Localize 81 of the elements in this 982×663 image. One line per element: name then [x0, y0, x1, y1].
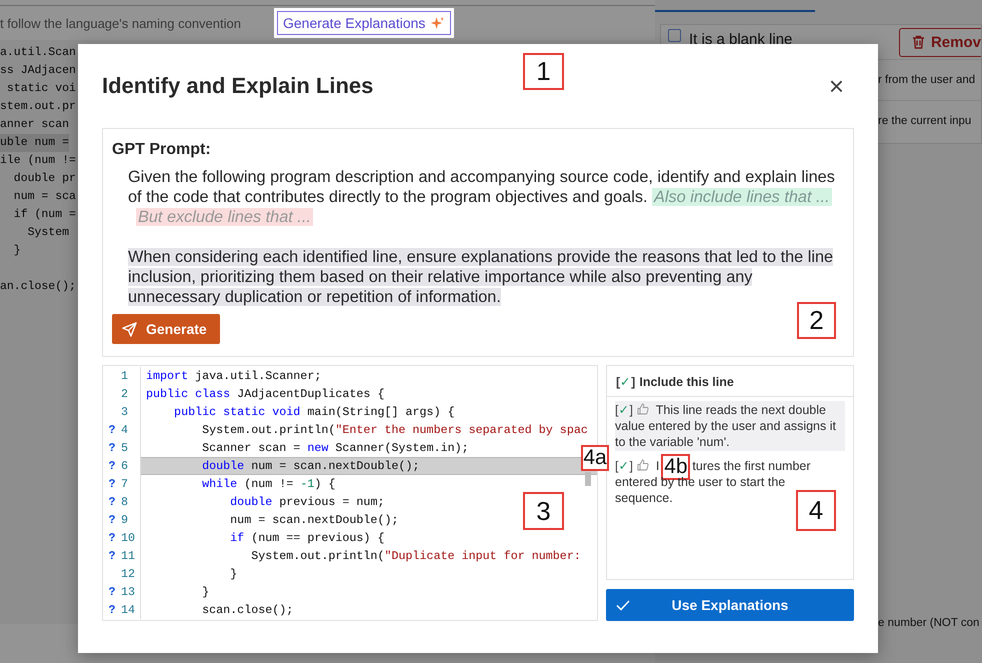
code-line: public static void main(String[] args) {: [173, 404, 455, 420]
checkbox[interactable]: [668, 29, 681, 42]
prompt-text: Given the following program description and accompanying source code, identify and explain lines of the code that contributes directly to the program objectives and goals. Also include lines that ... But exclude lines that ...: [127, 167, 836, 227]
code-line: if (num == previous) {: [229, 530, 384, 546]
code-line: while (num != -1) {: [201, 476, 336, 492]
line-number: 4: [121, 421, 141, 439]
code-line: double num = scan.nextDouble();: [201, 458, 420, 474]
code-line: double previous = num;: [229, 494, 384, 510]
line-number: 12: [121, 565, 141, 583]
code-line: stem.out.pr: [0, 99, 76, 115]
line-number: 14: [121, 601, 141, 619]
code-line: System.out.println("Enter the numbers separated by spac: [201, 422, 588, 438]
dialog-title: Identify and Explain Lines: [102, 73, 374, 99]
line-number: 7: [121, 475, 141, 493]
code-line: Scanner scan = new Scanner(System.in);: [201, 440, 469, 456]
checkbox[interactable]: [✓]: [615, 403, 633, 417]
flag-marker[interactable]: ?: [108, 477, 116, 491]
code-line: System.out.println("Duplicate input for number:: [250, 548, 581, 564]
thumbs-up-icon[interactable]: [637, 459, 650, 471]
callout-label: 1: [523, 53, 564, 90]
checkbox-label: It is a blank line: [689, 30, 792, 48]
row-text: r from the user and: [878, 74, 976, 86]
sparkle-icon: [430, 16, 446, 30]
include-label: Include this line: [639, 374, 734, 390]
line-number: 13: [121, 583, 141, 601]
flag-marker[interactable]: ?: [108, 513, 116, 527]
checkbox[interactable]: [✓]: [616, 374, 636, 390]
trash-icon: [912, 35, 925, 49]
code-line: anner scan: [0, 117, 70, 133]
flag-marker[interactable]: ?: [108, 495, 116, 509]
code-line: num = scan.nextDouble();: [229, 512, 398, 528]
code-line: an.close();: [0, 279, 76, 295]
code-line: }: [12, 243, 21, 259]
use-explanations-button[interactable]: Use Explanations: [606, 589, 854, 621]
hint-text: t follow the language's naming convention: [0, 16, 241, 30]
flag-marker[interactable]: ?: [108, 549, 116, 563]
thumbs-up-icon[interactable]: [637, 403, 650, 415]
code-line: static voi: [6, 81, 76, 97]
line-number: 5: [121, 439, 141, 457]
send-icon: [122, 322, 137, 336]
code-line: import java.util.Scanner;: [146, 368, 322, 384]
line-number: 1: [121, 367, 141, 385]
code-line: ss JAdjacen: [0, 63, 76, 79]
code-line: num = sca: [12, 189, 76, 205]
code-line: }: [201, 584, 210, 600]
scrollbar[interactable]: [585, 472, 591, 486]
code-line: }: [229, 566, 238, 582]
flag-marker[interactable]: ?: [108, 585, 116, 599]
line-number: 10: [121, 529, 141, 547]
prompt-heading: GPT Prompt:: [112, 141, 212, 159]
code-line: System: [26, 225, 70, 241]
line-number: 8: [121, 493, 141, 511]
checkbox[interactable]: [✓]: [615, 459, 633, 473]
generate-button[interactable]: Generate: [112, 314, 220, 344]
line-number: 11: [121, 547, 141, 565]
line-number: 3: [121, 403, 141, 421]
callout-label: 3: [523, 492, 564, 530]
flag-marker[interactable]: ?: [108, 459, 116, 473]
callout-label: 2: [797, 302, 836, 339]
flag-marker[interactable]: ?: [108, 441, 116, 455]
check-icon: [616, 600, 630, 610]
row-text: re the current inpu: [878, 115, 972, 127]
code-line: double pr: [12, 171, 76, 187]
code-line: if (num =: [12, 207, 76, 223]
close-button[interactable]: ×: [824, 73, 848, 99]
remove-button[interactable]: Remov: [898, 28, 981, 56]
guidance-text: When considering each identified line, ensure explanations provide the reasons that led to the line inclusion, prioritizing them based on their relative importance while also preventing any unnecessary duplication or repetition of information.: [127, 247, 834, 307]
line-number: 9: [121, 511, 141, 529]
flag-marker[interactable]: ?: [108, 531, 116, 545]
explanation-item[interactable]: [✓] This line reads the next double value entered by the user and assigns it to the variable 'num'.: [615, 401, 845, 451]
row-text: e number (NOT con: [878, 617, 980, 629]
callout-label: 4a: [581, 445, 609, 471]
generate-explanations-button[interactable]: Generate Explanations: [276, 11, 452, 35]
line-number: 2: [121, 385, 141, 403]
flag-marker[interactable]: ?: [108, 603, 116, 617]
code-line: scan.close();: [201, 602, 294, 618]
flag-marker[interactable]: ?: [108, 423, 116, 437]
code-line: ile (num !=: [0, 153, 76, 169]
callout-label: 4: [796, 490, 836, 531]
code-line: a.util.Scan: [0, 45, 76, 61]
code-line: public class JAdjacentDuplicates {: [146, 386, 384, 402]
